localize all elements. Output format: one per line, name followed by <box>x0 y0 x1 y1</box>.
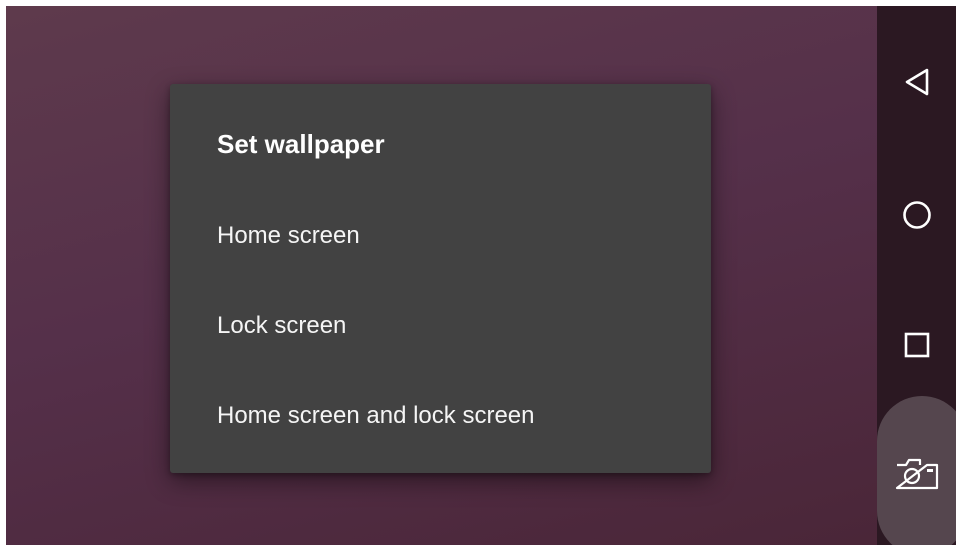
option-label: Home screen and lock screen <box>217 402 535 429</box>
camera-icon <box>895 458 938 490</box>
screenshot-button[interactable] <box>877 444 956 504</box>
option-label: Lock screen <box>217 312 347 339</box>
back-button[interactable] <box>877 52 956 112</box>
device-frame: Set wallpaper Home screen Lock screen Ho… <box>0 0 956 545</box>
home-button[interactable] <box>877 185 956 245</box>
recents-button[interactable] <box>877 315 956 375</box>
recents-square-icon <box>904 332 929 358</box>
back-triangle-icon <box>905 68 928 96</box>
home-circle-icon <box>902 201 931 229</box>
set-wallpaper-dialog: Set wallpaper Home screen Lock screen Ho… <box>170 84 711 473</box>
device-screen: Set wallpaper Home screen Lock screen Ho… <box>6 6 956 545</box>
option-home-screen[interactable]: Home screen <box>170 191 711 281</box>
dialog-title: Set wallpaper <box>217 129 385 159</box>
option-label: Home screen <box>217 222 360 249</box>
option-home-and-lock-screen[interactable]: Home screen and lock screen <box>170 371 711 461</box>
option-lock-screen[interactable]: Lock screen <box>170 281 711 371</box>
